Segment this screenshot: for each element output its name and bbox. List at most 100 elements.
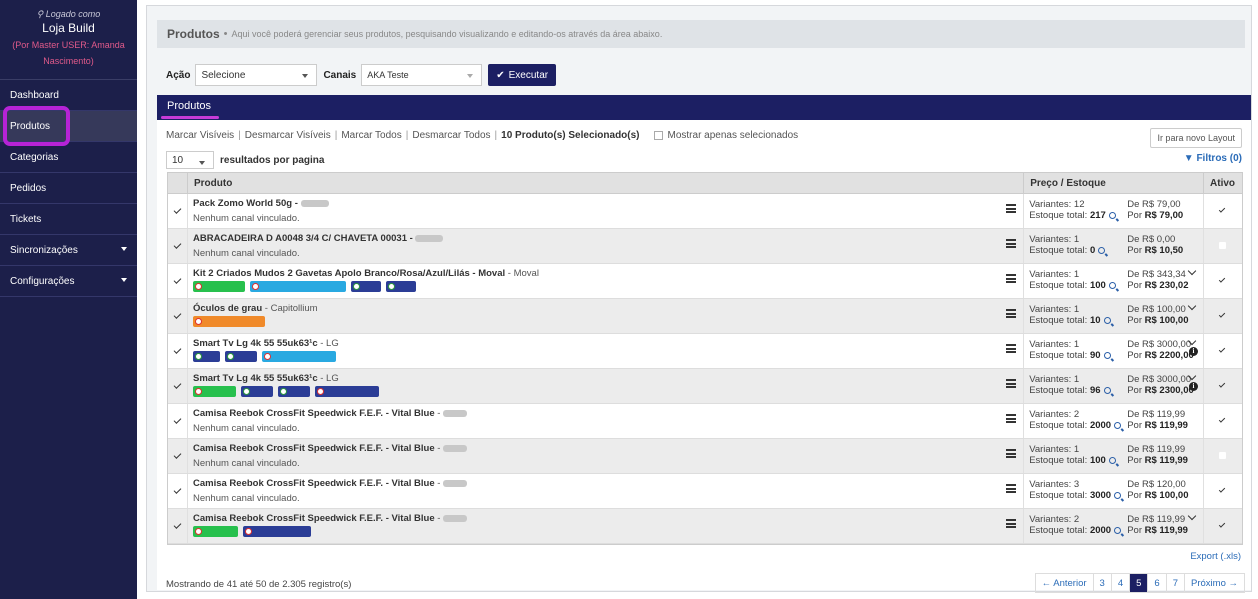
search-icon[interactable] <box>1108 282 1116 289</box>
mark-visible-link[interactable]: Marcar Visíveis <box>166 130 234 141</box>
active-checkbox[interactable] <box>1219 452 1227 459</box>
action-select[interactable]: Selecione <box>195 64 318 86</box>
sidebar-item-configuracoes[interactable]: Configurações <box>0 266 137 297</box>
list-icon[interactable] <box>1006 519 1017 528</box>
search-icon[interactable] <box>1103 317 1111 324</box>
chevron-down-icon[interactable] <box>1187 511 1197 521</box>
search-icon[interactable] <box>1098 247 1106 254</box>
row-select-checkbox[interactable] <box>168 299 188 333</box>
active-checkbox[interactable] <box>1218 486 1226 493</box>
product-name[interactable]: Camisa Reebok CrossFit Speedwick F.E.F. … <box>193 408 435 419</box>
channel-badge[interactable] <box>249 281 346 292</box>
list-icon[interactable] <box>1006 344 1017 353</box>
active-checkbox[interactable] <box>1218 521 1226 528</box>
channel-badge[interactable] <box>192 316 265 327</box>
per-page-select[interactable]: 10 <box>166 151 214 169</box>
list-icon[interactable] <box>1006 379 1017 388</box>
search-icon[interactable] <box>1114 527 1122 534</box>
product-name[interactable]: Óculos de grau <box>193 303 262 314</box>
row-select-checkbox[interactable] <box>168 509 188 543</box>
product-name[interactable]: Pack Zomo World 50g - <box>193 198 298 209</box>
row-select-checkbox[interactable] <box>168 334 188 368</box>
row-select-checkbox[interactable] <box>168 264 188 298</box>
product-name[interactable]: ABRACADEIRA D A0048 3/4 C/ CHAVETA 00031… <box>193 233 413 244</box>
row-select-checkbox[interactable] <box>168 229 188 263</box>
next-page-button[interactable]: Próximo → <box>1185 574 1244 592</box>
channel-badge[interactable] <box>314 386 379 397</box>
unmark-all-link[interactable]: Desmarcar Todos <box>412 130 490 141</box>
info-icon[interactable]: i <box>1189 382 1199 391</box>
channel-badge[interactable] <box>350 281 381 292</box>
products-tab[interactable]: Produtos <box>167 100 211 112</box>
channel-badge[interactable] <box>277 386 310 397</box>
sidebar-item-pedidos[interactable]: Pedidos <box>0 173 137 204</box>
page-button[interactable]: 6 <box>1148 574 1167 592</box>
price-to: R$ 119,99 <box>1144 455 1188 466</box>
channel-badge[interactable] <box>242 526 311 537</box>
search-icon[interactable] <box>1114 492 1122 499</box>
channel-badge[interactable] <box>192 386 236 397</box>
product-name[interactable]: Camisa Reebok CrossFit Speedwick F.E.F. … <box>193 478 435 489</box>
price-info: De R$ 3000,00 Por R$ 2200,00 <box>1127 339 1194 361</box>
current-page-button[interactable]: 5 <box>1130 574 1149 592</box>
active-checkbox[interactable] <box>1218 381 1226 388</box>
product-name[interactable]: Smart Tv Lg 4k 55 55uk63¹c <box>193 338 318 349</box>
channels-select[interactable]: AKA Teste <box>361 64 483 86</box>
active-checkbox[interactable] <box>1218 311 1226 318</box>
mark-all-link[interactable]: Marcar Todos <box>341 130 401 141</box>
product-cell: Camisa Reebok CrossFit Speedwick F.E.F. … <box>188 439 1025 473</box>
page-button[interactable]: 7 <box>1167 574 1186 592</box>
list-icon[interactable] <box>1006 309 1017 318</box>
list-icon[interactable] <box>1006 414 1017 423</box>
product-name[interactable]: Camisa Reebok CrossFit Speedwick F.E.F. … <box>193 513 435 524</box>
search-icon[interactable] <box>1103 387 1111 394</box>
list-icon[interactable] <box>1006 449 1017 458</box>
channel-badge[interactable] <box>261 351 336 362</box>
channel-badge[interactable] <box>240 386 273 397</box>
sidebar-item-sincronizacoes[interactable]: Sincronizações <box>0 235 137 266</box>
page-button[interactable]: 4 <box>1112 574 1131 592</box>
list-icon[interactable] <box>1006 274 1017 283</box>
active-checkbox[interactable] <box>1218 276 1226 283</box>
product-name[interactable]: Smart Tv Lg 4k 55 55uk63¹c <box>193 373 318 384</box>
active-checkbox[interactable] <box>1218 346 1226 353</box>
unmark-visible-link[interactable]: Desmarcar Visíveis <box>245 130 331 141</box>
search-icon[interactable] <box>1108 457 1116 464</box>
sidebar-item-categorias[interactable]: Categorias <box>0 142 137 173</box>
new-layout-button[interactable]: Ir para novo Layout <box>1150 128 1242 148</box>
list-icon[interactable] <box>1006 204 1017 213</box>
channel-badge[interactable] <box>192 281 245 292</box>
chevron-down-icon[interactable] <box>1187 266 1197 276</box>
page-button[interactable]: 3 <box>1094 574 1112 592</box>
active-checkbox[interactable] <box>1219 242 1227 249</box>
search-icon[interactable] <box>1114 422 1122 429</box>
search-icon[interactable] <box>1103 352 1111 359</box>
row-select-checkbox[interactable] <box>168 474 188 508</box>
list-icon[interactable] <box>1006 239 1017 248</box>
chevron-down-icon[interactable] <box>1187 301 1197 311</box>
export-link[interactable]: Export (.xls) <box>1190 551 1241 562</box>
channel-badge[interactable] <box>192 526 238 537</box>
channel-badge[interactable] <box>192 351 220 362</box>
info-icon[interactable]: i <box>1189 347 1199 356</box>
stock-label: Estoque total: <box>1029 420 1088 431</box>
product-name[interactable]: Kit 2 Criados Mudos 2 Gavetas Apolo Bran… <box>193 268 505 279</box>
records-info: Mostrando de 41 até 50 de 2.305 registro… <box>166 579 352 590</box>
channel-badge[interactable] <box>224 351 257 362</box>
list-icon[interactable] <box>1006 484 1017 493</box>
active-checkbox[interactable] <box>1218 416 1226 423</box>
price-from: De R$ 119,99 <box>1127 444 1186 455</box>
prev-page-button[interactable]: ← Anterior <box>1036 574 1094 592</box>
sidebar-item-tickets[interactable]: Tickets <box>0 204 137 235</box>
row-select-checkbox[interactable] <box>168 404 188 438</box>
row-select-checkbox[interactable] <box>168 194 188 228</box>
search-icon[interactable] <box>1108 212 1116 219</box>
row-select-checkbox[interactable] <box>168 369 188 403</box>
channel-badge[interactable] <box>385 281 416 292</box>
row-select-checkbox[interactable] <box>168 439 188 473</box>
product-name[interactable]: Camisa Reebok CrossFit Speedwick F.E.F. … <box>193 443 435 454</box>
active-checkbox[interactable] <box>1218 206 1226 213</box>
show-selected-checkbox[interactable]: Mostrar apenas selecionados <box>653 130 798 141</box>
execute-button[interactable]: ✔ Executar <box>488 64 557 86</box>
filters-link[interactable]: ▼ Filtros (0) <box>1184 153 1242 164</box>
